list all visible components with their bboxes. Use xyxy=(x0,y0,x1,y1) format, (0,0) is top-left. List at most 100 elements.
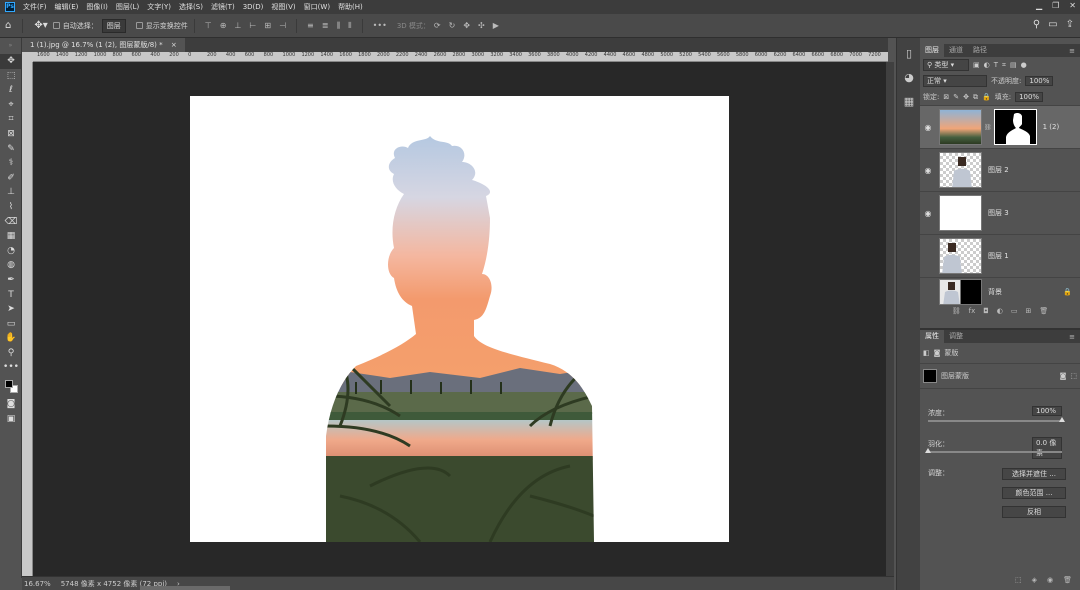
layer-row[interactable]: ◉ ⛓ 1 (2) xyxy=(920,105,1080,148)
lock-image-icon[interactable]: ✎ xyxy=(953,93,959,101)
zoom-level[interactable]: 16.67% xyxy=(24,580,51,588)
history-brush-tool-icon[interactable]: ⌇ xyxy=(0,200,22,215)
lock-position-icon[interactable]: ✥ xyxy=(963,93,969,101)
lock-artboard-icon[interactable]: ⧉ xyxy=(973,93,978,102)
eyedropper-tool-icon[interactable]: ✎ xyxy=(0,142,22,157)
vector-mask-icon[interactable]: ◙ xyxy=(934,349,941,357)
blur-tool-icon[interactable]: ◔ xyxy=(0,244,22,259)
load-selection-icon[interactable]: ⬚ xyxy=(1015,576,1022,590)
panel-menu-icon[interactable]: ≡ xyxy=(1069,47,1080,55)
pixel-mask-icon[interactable]: ◧ xyxy=(923,349,930,357)
layer-name[interactable]: 图层 2 xyxy=(988,165,1009,175)
filter-adjust-icon[interactable]: ◐ xyxy=(984,61,990,69)
auto-select-checkbox[interactable] xyxy=(52,22,60,29)
3d-orbit-icon[interactable]: ⟳ xyxy=(434,21,441,30)
menu-file[interactable]: 文件(F) xyxy=(23,2,47,12)
more-options-button[interactable]: ••• xyxy=(373,21,387,30)
document-canvas[interactable] xyxy=(190,96,729,542)
clone-stamp-tool-icon[interactable]: ⊥ xyxy=(0,185,22,200)
3d-pan-icon[interactable]: ✥ xyxy=(463,21,470,30)
feather-slider[interactable] xyxy=(925,448,1062,453)
libraries-panel-icon[interactable]: ▦ xyxy=(897,90,921,114)
visibility-eye-icon[interactable]: ◉ xyxy=(920,123,936,132)
minimize-button[interactable]: ▁ xyxy=(1036,1,1042,10)
density-input[interactable]: 100% xyxy=(1032,406,1062,416)
frame-tool-icon[interactable]: ⊠ xyxy=(0,127,22,142)
menu-help[interactable]: 帮助(H) xyxy=(338,2,363,12)
visibility-eye-icon[interactable]: ◉ xyxy=(920,209,936,218)
vertical-ruler[interactable] xyxy=(22,62,33,576)
menu-layer[interactable]: 图层(L) xyxy=(116,2,139,12)
layer-style-icon[interactable]: fx xyxy=(969,307,976,315)
layer-mask-thumbnail[interactable] xyxy=(993,109,1037,145)
color-range-button[interactable]: 颜色范围 ... xyxy=(1002,487,1066,499)
path-select-tool-icon[interactable]: ➤ xyxy=(0,302,22,317)
toolbar-grip[interactable]: » xyxy=(0,38,21,54)
tab-paths[interactable]: 路径 xyxy=(968,44,992,57)
menu-window[interactable]: 窗口(W) xyxy=(304,2,330,12)
pen-tool-icon[interactable]: ✒ xyxy=(0,273,22,288)
tab-adjustments[interactable]: 调整 xyxy=(944,330,968,343)
filter-type-icon[interactable]: T xyxy=(994,61,998,69)
link-layers-icon[interactable]: ⛓ xyxy=(952,307,961,315)
add-mask-icon[interactable]: ◘ xyxy=(983,307,989,315)
gradient-tool-icon[interactable]: ▦ xyxy=(0,229,22,244)
density-slider-knob[interactable] xyxy=(1059,417,1065,422)
type-tool-icon[interactable]: T xyxy=(0,288,22,303)
horizontal-ruler[interactable]: 1600 1400 1200 1000 800 600 400 200 0 200 400 600 80… xyxy=(33,52,888,62)
color-panel-icon[interactable]: ◕ xyxy=(897,66,921,90)
layer-row[interactable]: ◉ 图层 2 xyxy=(920,148,1080,191)
fill-input[interactable]: 100% xyxy=(1015,92,1044,102)
layer-row[interactable]: ◉ 图层 1 xyxy=(920,234,1080,277)
align-right-icon[interactable]: ⊣ xyxy=(279,21,286,30)
visibility-eye-icon[interactable]: ◉ xyxy=(920,166,936,175)
restore-button[interactable]: ❐ xyxy=(1052,1,1059,10)
show-transform-checkbox[interactable] xyxy=(135,22,143,29)
density-slider[interactable] xyxy=(928,417,1065,422)
distribute-icon[interactable]: ⫼ xyxy=(336,21,340,31)
align-bottom-icon[interactable]: ⊥ xyxy=(234,21,241,30)
filter-toggle-icon[interactable]: ● xyxy=(1021,61,1027,69)
layer-name[interactable]: 图层 1 xyxy=(988,251,1009,261)
edit-toolbar-icon[interactable]: ••• xyxy=(0,360,22,375)
brush-tool-icon[interactable]: ✐ xyxy=(0,171,22,186)
layer-row[interactable]: ◉ 图层 3 xyxy=(920,191,1080,234)
foreground-color-swatch[interactable] xyxy=(5,380,13,389)
ruler-corner[interactable] xyxy=(22,52,33,62)
invert-button[interactable]: 反相 xyxy=(1002,506,1066,518)
lock-all-icon[interactable]: 🔒 xyxy=(982,93,991,101)
link-chain-icon[interactable]: ⛓ xyxy=(984,124,992,131)
quick-select-tool-icon[interactable]: ⌖ xyxy=(0,98,22,113)
apply-vector-mask-icon[interactable]: ⬚ xyxy=(1070,372,1077,380)
opacity-input[interactable]: 100% xyxy=(1025,76,1054,86)
feather-slider-knob[interactable] xyxy=(925,448,931,453)
crop-tool-icon[interactable]: ⌗ xyxy=(0,112,22,127)
screen-mode-icon[interactable]: ▣ xyxy=(0,412,22,427)
tab-properties[interactable]: 属性 xyxy=(920,330,944,343)
document-tab[interactable]: 1 (1).jpg @ 16.7% (1 (2), 图层蒙版/8) * × xyxy=(22,38,185,52)
layer-name[interactable]: 图层 3 xyxy=(988,208,1009,218)
search-icon[interactable]: ⚲ xyxy=(1033,19,1040,30)
delete-mask-icon[interactable]: 🗑 xyxy=(1063,576,1072,590)
close-button[interactable]: ✕ xyxy=(1069,1,1076,10)
visibility-toggle-empty[interactable]: ◉ xyxy=(920,287,936,296)
select-and-mask-button[interactable]: 选择并遮住 ... xyxy=(1002,468,1066,480)
move-tool-icon[interactable]: ✥ xyxy=(0,54,22,69)
layer-name[interactable]: 1 (2) xyxy=(1043,123,1060,131)
distribute-icon[interactable]: ⦀ xyxy=(348,21,352,31)
lock-transparent-icon[interactable]: ⊠ xyxy=(943,93,949,101)
blend-mode-dropdown[interactable]: 正常 ▾ xyxy=(923,75,987,87)
layer-row[interactable]: ◉ 背景 🔒 xyxy=(920,277,1080,305)
apply-mask-icon[interactable]: ◈ xyxy=(1032,576,1037,590)
filter-shape-icon[interactable]: ⌗ xyxy=(1002,61,1006,70)
close-tab-icon[interactable]: × xyxy=(171,41,177,49)
tab-layers[interactable]: 图层 xyxy=(920,44,944,57)
filter-pixel-icon[interactable]: ▣ xyxy=(973,61,980,69)
layer-name[interactable]: 背景 xyxy=(988,287,1002,297)
align-left-icon[interactable]: ⊢ xyxy=(249,21,256,30)
quick-mask-icon[interactable]: ◙ xyxy=(0,397,22,412)
disable-mask-icon[interactable]: ◉ xyxy=(1047,576,1053,590)
healing-brush-tool-icon[interactable]: ⚕ xyxy=(0,156,22,171)
menu-type[interactable]: 文字(Y) xyxy=(147,2,171,12)
new-group-icon[interactable]: ▭ xyxy=(1011,307,1018,315)
